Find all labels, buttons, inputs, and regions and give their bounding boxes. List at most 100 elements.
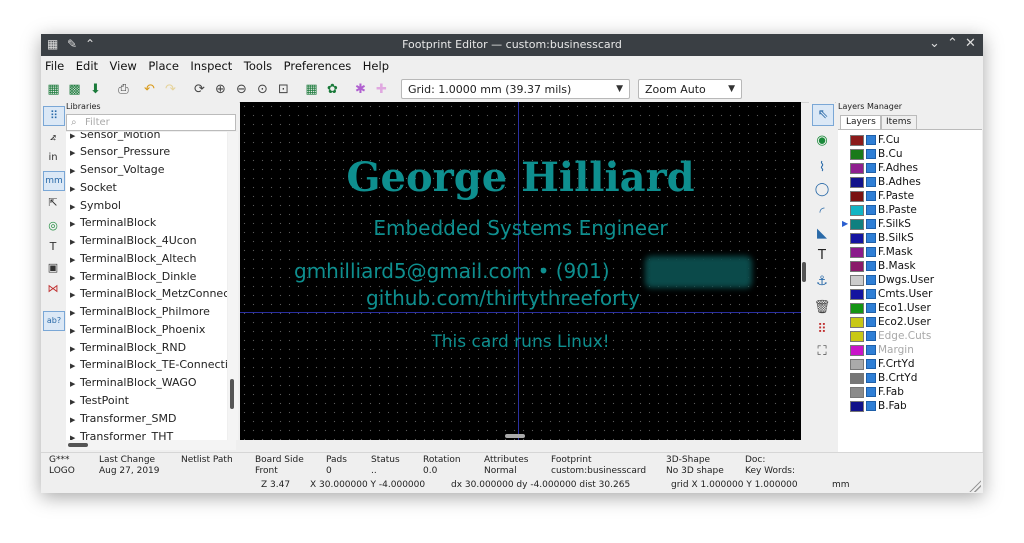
print-icon[interactable]: ⎙ [115, 81, 132, 98]
layer-visible-checkbox[interactable] [866, 177, 876, 187]
layer-row-bpaste[interactable]: B.Paste [838, 203, 982, 217]
menu-inspect[interactable]: Inspect [186, 56, 236, 73]
layer-row-bmask[interactable]: B.Mask [838, 259, 982, 273]
layer-row-fadhes[interactable]: F.Adhes [838, 161, 982, 175]
layer-visible-checkbox[interactable] [866, 191, 876, 201]
menu-tools[interactable]: Tools [240, 56, 276, 73]
minimize-button[interactable]: ⌄ [929, 36, 940, 51]
layer-visible-checkbox[interactable] [866, 331, 876, 341]
layer-color-swatch[interactable] [850, 163, 864, 174]
pad-sketch-icon[interactable]: ◎ [43, 217, 63, 235]
layer-color-swatch[interactable] [850, 177, 864, 188]
redo-icon[interactable]: ↷ [162, 81, 179, 98]
menu-place[interactable]: Place [144, 56, 183, 73]
card-tagline-text[interactable]: This card runs Linux! [240, 332, 801, 352]
layer-color-swatch[interactable] [850, 331, 864, 342]
layer-row-bfab[interactable]: B.Fab [838, 399, 982, 413]
layer-row-bcrtyd[interactable]: B.CrtYd [838, 371, 982, 385]
layer-visible-checkbox[interactable] [866, 345, 876, 355]
close-button[interactable]: ✕ [965, 36, 976, 51]
mm-units-button[interactable]: mm [43, 171, 65, 191]
layer-row-fcrtyd[interactable]: F.CrtYd [838, 357, 982, 371]
library-item[interactable]: ▶ TerminalBlock_Philmore [66, 303, 210, 320]
library-item[interactable]: ▶ Symbol [66, 197, 121, 214]
layer-visible-checkbox[interactable] [866, 275, 876, 285]
library-item[interactable]: ▶ TerminalBlock_WAGO [66, 374, 197, 391]
library-item[interactable]: ▶ TerminalBlock [66, 214, 156, 231]
library-item[interactable]: ▶TerminalBlock_TE-Connectivity [66, 356, 227, 373]
high-contrast-icon[interactable]: ⋈ [43, 280, 63, 298]
library-item[interactable]: ▶ Sensor_Voltage [66, 161, 164, 178]
library-item[interactable]: ▶ Sensor_Motion [66, 132, 161, 143]
layer-visible-checkbox[interactable] [866, 219, 876, 229]
library-vertical-scrollbar[interactable] [228, 132, 238, 440]
add-text-icon[interactable]: T [812, 246, 832, 266]
library-item[interactable]: ▶ TerminalBlock_Altech [66, 250, 196, 267]
layer-row-bsilks[interactable]: B.SilkS [838, 231, 982, 245]
show-text-icon[interactable]: ab? [43, 311, 65, 331]
menu-file[interactable]: File [41, 56, 68, 73]
undo-icon[interactable]: ↶ [141, 81, 158, 98]
graphic-sketch-icon[interactable]: ▣ [43, 259, 63, 277]
add-polygon-icon[interactable]: ◣ [812, 224, 832, 244]
zoom-select[interactable]: Zoom Auto ▼ [638, 79, 742, 99]
layer-color-swatch[interactable] [850, 387, 864, 398]
delete-icon[interactable]: 🗑 [812, 298, 832, 318]
layer-row-cmts-user[interactable]: Cmts.User [838, 287, 982, 301]
layer-color-swatch[interactable] [850, 303, 864, 314]
message-panel-handle[interactable] [505, 434, 525, 438]
footprint-canvas[interactable]: George Hilliard Embedded Systems Enginee… [240, 102, 801, 440]
footprint-wizard-icon[interactable]: ▦ [303, 81, 320, 98]
save-footprint-icon[interactable]: ▩ [66, 81, 83, 98]
layer-row-badhes[interactable]: B.Adhes [838, 175, 982, 189]
inch-units-button[interactable]: in [43, 149, 63, 167]
layer-color-swatch[interactable] [850, 373, 864, 384]
layer-row-ffab[interactable]: F.Fab [838, 385, 982, 399]
add-pad-icon[interactable]: ◉ [812, 131, 832, 151]
library-horizontal-scrollbar[interactable] [66, 440, 236, 450]
layer-color-swatch[interactable] [850, 289, 864, 300]
tab-items[interactable]: Items [880, 115, 918, 129]
library-item[interactable]: ▶ TestPoint [66, 392, 129, 409]
layer-visible-checkbox[interactable] [866, 233, 876, 243]
layer-color-swatch[interactable] [850, 317, 864, 328]
layer-row-fcu[interactable]: F.Cu [838, 133, 982, 147]
layer-color-swatch[interactable] [850, 135, 864, 146]
zoom-in-icon[interactable]: ⊕ [212, 81, 229, 98]
library-item[interactable]: ▶ Socket [66, 179, 117, 196]
measure-icon[interactable]: ⛶ [812, 342, 832, 362]
library-item[interactable]: ▶ TerminalBlock_Phoenix [66, 321, 205, 338]
layer-row-dwgs-user[interactable]: Dwgs.User [838, 273, 982, 287]
cursor-shape-icon[interactable]: ⇱ [43, 194, 63, 212]
library-item[interactable]: ▶ TerminalBlock_RND [66, 339, 186, 356]
text-sketch-icon[interactable]: T [43, 238, 63, 256]
layer-visible-checkbox[interactable] [866, 261, 876, 271]
maximize-button[interactable]: ⌃ [947, 36, 958, 51]
add-line-icon[interactable]: ⌇ [812, 158, 832, 178]
library-item[interactable]: ▶ Transformer_THT [66, 428, 173, 440]
zoom-out-icon[interactable]: ⊖ [233, 81, 250, 98]
layer-color-swatch[interactable] [850, 149, 864, 160]
layer-color-swatch[interactable] [850, 261, 864, 272]
library-item[interactable]: ▶ TerminalBlock_MetzConnect [66, 285, 227, 302]
load-from-board-icon[interactable]: ✿ [324, 81, 341, 98]
add-circle-icon[interactable]: ◯ [812, 180, 832, 200]
layer-visible-checkbox[interactable] [866, 289, 876, 299]
card-name-text[interactable]: George Hilliard [240, 154, 801, 201]
refresh-icon[interactable]: ⟳ [191, 81, 208, 98]
right-panel-splitter[interactable] [802, 262, 806, 282]
scrollbar-thumb[interactable] [68, 443, 88, 447]
menu-edit[interactable]: Edit [72, 56, 102, 73]
layer-visible-checkbox[interactable] [866, 205, 876, 215]
library-filter-input[interactable]: ⌕ Filter [66, 114, 236, 131]
menu-preferences[interactable]: Preferences [280, 56, 356, 73]
layer-visible-checkbox[interactable] [866, 401, 876, 411]
layer-row-fmask[interactable]: F.Mask [838, 245, 982, 259]
layer-visible-checkbox[interactable] [866, 359, 876, 369]
layer-row-edge-cuts[interactable]: Edge.Cuts [838, 329, 982, 343]
select-arrow-icon[interactable]: ⇖ [812, 104, 834, 126]
layer-visible-checkbox[interactable] [866, 317, 876, 327]
zoom-selection-icon[interactable]: ⊡ [275, 81, 292, 98]
menu-help[interactable]: Help [359, 56, 393, 73]
layer-visible-checkbox[interactable] [866, 303, 876, 313]
